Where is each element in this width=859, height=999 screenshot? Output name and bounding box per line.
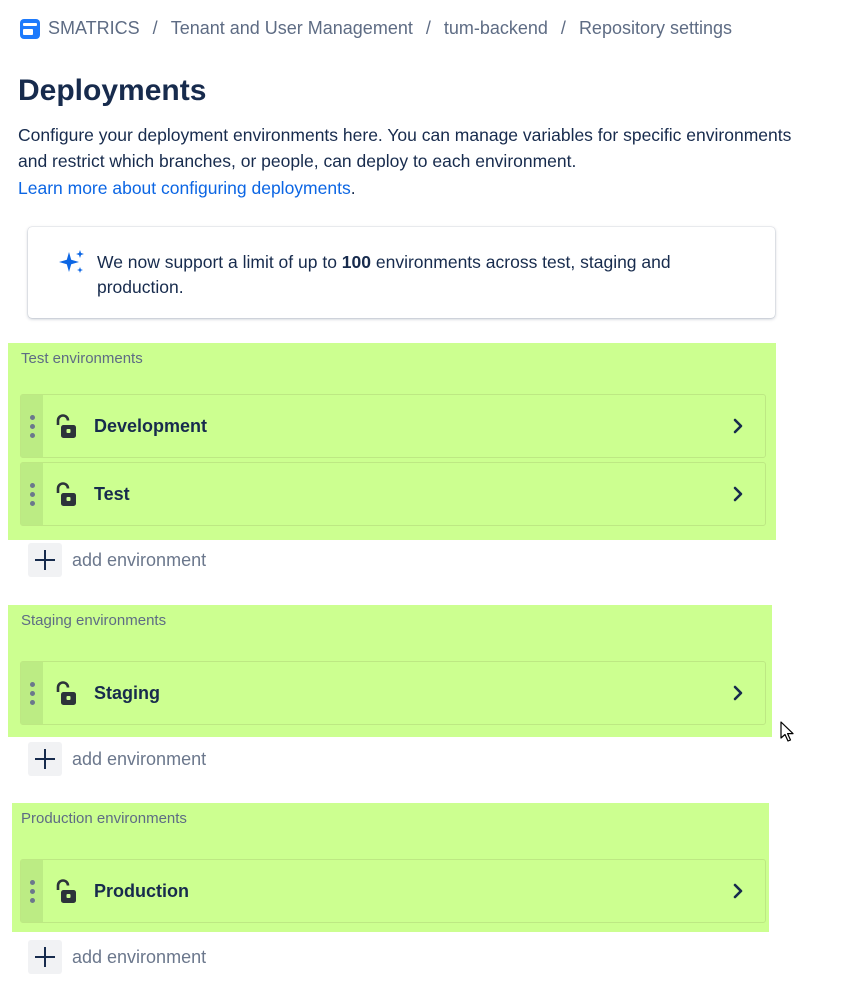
test-environments-group: Test environments Development Test (8, 343, 776, 540)
unlocked-padlock-icon (56, 879, 76, 903)
add-production-environment-button[interactable]: add environment (28, 940, 206, 974)
learn-more-line: Learn more about configuring deployments… (18, 178, 356, 199)
breadcrumb-item-settings[interactable]: Repository settings (579, 18, 732, 39)
breadcrumb-separator: / (560, 18, 566, 38)
group-label: Test environments (21, 350, 143, 367)
environment-row-production[interactable]: Production (20, 859, 766, 923)
staging-environments-group: Staging environments Staging (8, 605, 772, 737)
unlocked-padlock-icon (56, 681, 76, 705)
add-environment-label: add environment (72, 549, 207, 570)
drag-handle-icon[interactable] (21, 395, 43, 457)
environment-row-development[interactable]: Development (20, 394, 766, 458)
learn-more-suffix: . (350, 178, 356, 198)
production-environments-group: Production environments Production (12, 803, 769, 932)
page-title: Deployments (18, 74, 207, 107)
plus-icon (28, 742, 62, 776)
environment-row-staging[interactable]: Staging (20, 661, 766, 725)
breadcrumb-item-repository[interactable]: tum-backend (444, 18, 548, 39)
unlocked-padlock-icon (56, 482, 76, 506)
add-environment-label: add environment (72, 946, 207, 967)
learn-more-link[interactable]: Learn more about configuring deployments (18, 178, 351, 198)
plus-icon (28, 940, 62, 974)
drag-handle-icon[interactable] (21, 463, 43, 525)
environment-row-test[interactable]: Test (20, 462, 766, 526)
chevron-right-icon[interactable] (731, 882, 745, 900)
environment-name: Staging (94, 683, 160, 703)
drag-handle-icon[interactable] (21, 860, 43, 922)
breadcrumb-separator: / (152, 18, 158, 38)
breadcrumb-item-project[interactable]: Tenant and User Management (171, 18, 413, 39)
plus-icon (28, 543, 62, 577)
add-staging-environment-button[interactable]: add environment (28, 742, 206, 776)
chevron-right-icon[interactable] (731, 684, 745, 702)
breadcrumb-item-workspace[interactable]: SMATRICS (48, 18, 140, 39)
mouse-pointer-icon (780, 721, 794, 742)
environment-name: Test (94, 484, 130, 504)
add-environment-label: add environment (72, 748, 207, 769)
add-test-environment-button[interactable]: add environment (28, 543, 206, 577)
group-label: Production environments (21, 810, 187, 827)
notice-limit-value: 100 (341, 252, 371, 272)
drag-handle-icon[interactable] (21, 662, 43, 724)
breadcrumb-separator: / (425, 18, 431, 38)
notice-text: We now support a limit of up to 100 envi… (97, 252, 671, 297)
page-description: Configure your deployment environments h… (18, 125, 792, 171)
environment-limit-notice: We now support a limit of up to 100 envi… (28, 227, 775, 318)
breadcrumb: SMATRICS / Tenant and User Management / … (20, 18, 732, 39)
sparkle-icon (59, 250, 84, 273)
repository-logo-icon (20, 18, 40, 39)
chevron-right-icon[interactable] (731, 485, 745, 503)
environment-name: Development (94, 416, 208, 436)
group-label: Staging environments (21, 612, 167, 629)
environment-name: Production (94, 881, 189, 901)
unlocked-padlock-icon (56, 414, 76, 438)
chevron-right-icon[interactable] (731, 417, 745, 435)
